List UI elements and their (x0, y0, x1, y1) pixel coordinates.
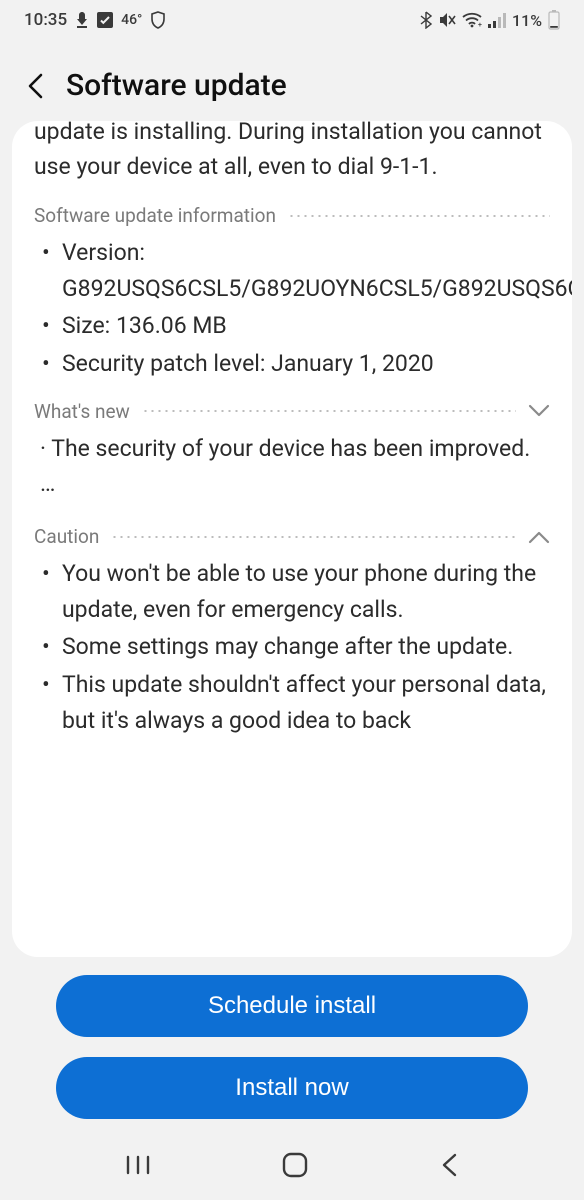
nav-bar (0, 1130, 584, 1200)
app-bar: Software update (0, 40, 584, 121)
chevron-up-icon (528, 530, 550, 544)
list-item: Security patch level: January 1, 2020 (40, 346, 550, 382)
content-card: update is installing. During installatio… (12, 121, 572, 957)
dot-rule (142, 409, 516, 413)
back-icon[interactable] (24, 72, 48, 100)
status-time: 10:35 (24, 10, 67, 30)
signal-icon (488, 12, 506, 28)
list-item: You won't be able to use your phone duri… (40, 556, 550, 627)
info-list: Version: G892USQS6CSL5/G892UOYN6CSL5/G89… (34, 235, 550, 382)
list-item: Version: G892USQS6CSL5/G892UOYN6CSL5/G89… (40, 235, 550, 306)
shield-icon (150, 11, 166, 29)
battery-icon (548, 10, 560, 30)
action-bar: Schedule install Install now (0, 957, 584, 1119)
schedule-install-button[interactable]: Schedule install (56, 975, 528, 1037)
page-title: Software update (66, 68, 287, 103)
dot-rule (288, 214, 550, 218)
wifi-icon: + (462, 12, 482, 28)
checkbox-icon (97, 12, 113, 28)
dot-rule (111, 535, 516, 539)
status-bar: 10:35 46° + 11% (0, 0, 584, 40)
section-header-caution[interactable]: Caution (34, 525, 550, 548)
bluetooth-icon (420, 11, 432, 29)
section-title: Caution (34, 525, 99, 548)
mute-icon (438, 11, 456, 29)
list-item: This update shouldn't affect your person… (40, 667, 550, 738)
list-item: Some settings may change after the updat… (40, 629, 550, 665)
section-title: What's new (34, 400, 130, 423)
recents-icon[interactable] (125, 1153, 151, 1177)
section-header-info: Software update information (34, 204, 550, 227)
install-now-button[interactable]: Install now (56, 1057, 528, 1119)
intro-text: update is installing. During installatio… (34, 121, 550, 184)
whatsnew-body: · The security of your device has been i… (34, 431, 550, 467)
status-temperature: 46° (121, 12, 142, 28)
download-icon (75, 12, 89, 28)
section-title: Software update information (34, 204, 276, 227)
caution-list: You won't be able to use your phone duri… (34, 556, 550, 738)
chevron-down-icon (528, 404, 550, 418)
nav-back-icon[interactable] (439, 1152, 459, 1178)
home-icon[interactable] (281, 1151, 309, 1179)
battery-percent: 11% (512, 11, 542, 30)
section-header-whatsnew[interactable]: What's new (34, 400, 550, 423)
list-item: Size: 136.06 MB (40, 308, 550, 344)
svg-text:+: + (478, 21, 482, 28)
whatsnew-more: … (34, 470, 550, 497)
